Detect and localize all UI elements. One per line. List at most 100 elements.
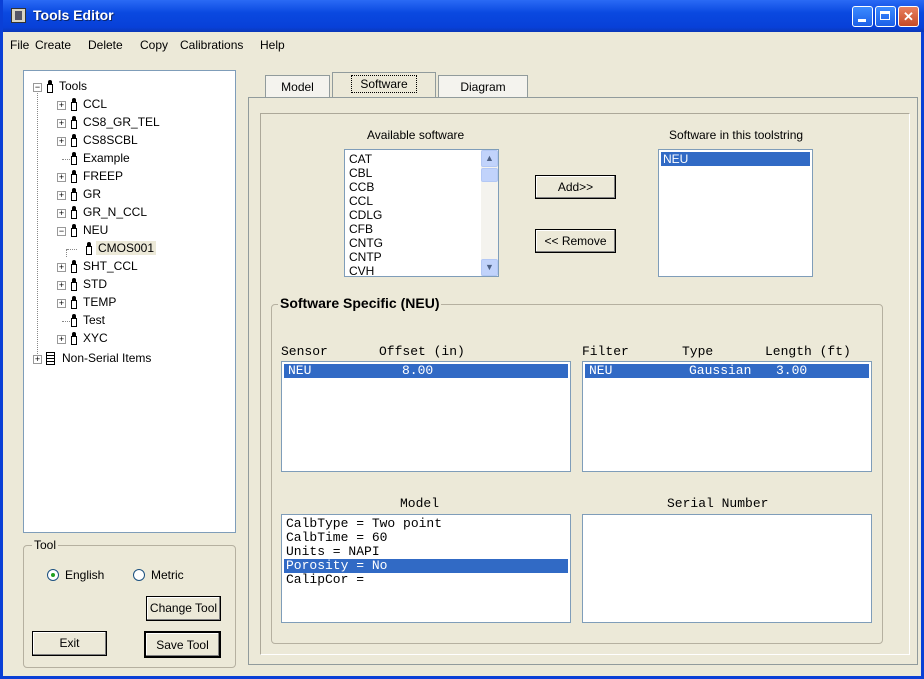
tree-label: XYC [83, 331, 108, 345]
sensor-header: Sensor [281, 344, 328, 359]
tool-icon [71, 224, 77, 237]
list-item[interactable]: CAT [347, 152, 496, 166]
tree-item-temp[interactable]: + TEMP [24, 295, 224, 312]
list-item[interactable]: CDLG [347, 208, 496, 222]
tree-label: Example [83, 151, 130, 165]
available-software-title: Available software [367, 128, 465, 142]
remove-button[interactable]: << Remove [535, 229, 616, 253]
tool-icon [71, 116, 77, 129]
scroll-thumb[interactable] [481, 168, 498, 182]
change-tool-button[interactable]: Change Tool [146, 596, 221, 621]
expand-icon[interactable]: + [57, 101, 66, 110]
maximize-button[interactable] [875, 6, 896, 27]
tree-item-gr[interactable]: + GR [24, 187, 224, 204]
close-button[interactable]: ✕ [898, 6, 919, 27]
tree-item-cs8-gr-tel[interactable]: + CS8_GR_TEL [24, 115, 224, 132]
tab-label: Diagram [460, 80, 506, 94]
metric-radio[interactable] [133, 569, 145, 581]
tree-label: STD [83, 277, 107, 291]
model-list[interactable]: CalbType = Two point CalbTime = 60 Units… [281, 514, 571, 623]
tree-connector [62, 159, 70, 160]
english-radio[interactable] [47, 569, 59, 581]
expand-icon[interactable]: + [57, 191, 66, 200]
tree-item-cs8scbl[interactable]: + CS8SCBL [24, 133, 224, 150]
tree-connector [62, 321, 70, 322]
tab-diagram[interactable]: Diagram [438, 75, 528, 99]
menu-file[interactable]: File [10, 38, 29, 52]
list-item[interactable]: NEU [661, 152, 810, 166]
tree-item-cmos001[interactable]: CMOS001 [24, 241, 224, 258]
tab-software[interactable]: Software [332, 72, 436, 99]
list-item[interactable]: CalbType = Two point [284, 517, 568, 531]
list-item[interactable]: CalbTime = 60 [284, 531, 568, 545]
tools-tree[interactable]: − Tools + CCL + CS8_GR_TEL + CS8SCBL Exa… [23, 70, 236, 533]
tree-item-gr-n-ccl[interactable]: + GR_N_CCL [24, 205, 224, 222]
tree-item-ccl[interactable]: + CCL [24, 97, 224, 114]
available-scrollbar[interactable]: ▲ ▼ [481, 150, 498, 276]
toolstring-list[interactable]: NEU [658, 149, 813, 277]
tool-group-title: Tool [32, 538, 59, 552]
expand-icon[interactable]: + [57, 137, 66, 146]
scroll-up-icon[interactable]: ▲ [481, 150, 498, 167]
tree-item-freep[interactable]: + FREEP [24, 169, 224, 186]
list-item[interactable]: Porosity = No [284, 559, 568, 573]
expand-icon[interactable]: + [57, 209, 66, 218]
sensor-list[interactable]: NEU 8.00 [281, 361, 571, 472]
window-title: Tools Editor [33, 7, 114, 23]
save-tool-button[interactable]: Save Tool [144, 631, 221, 658]
english-label: English [65, 568, 105, 582]
tree-item-xyc[interactable]: + XYC [24, 331, 224, 348]
collapse-icon[interactable]: − [57, 227, 66, 236]
collapse-icon[interactable]: − [33, 83, 42, 92]
expand-icon[interactable]: + [57, 299, 66, 308]
expand-icon[interactable]: + [33, 355, 42, 364]
expand-icon[interactable]: + [57, 173, 66, 182]
exit-button[interactable]: Exit [32, 631, 107, 656]
tree-item-tools[interactable]: − Tools [24, 79, 224, 96]
menu-help[interactable]: Help [260, 38, 285, 52]
tool-icon [71, 278, 77, 291]
tree-connector [67, 249, 77, 250]
toolstring-title: Software in this toolstring [669, 128, 804, 142]
available-software-list[interactable]: CAT CBL CCB CCL CDLG CFB CNTG CNTP CVH ▲… [344, 149, 499, 277]
list-item[interactable]: CNTG [347, 236, 496, 250]
tree-item-std[interactable]: + STD [24, 277, 224, 294]
expand-icon[interactable]: + [57, 263, 66, 272]
tree-item-test[interactable]: Test [24, 313, 224, 330]
minimize-button[interactable] [852, 6, 873, 27]
tab-model[interactable]: Model [265, 75, 330, 99]
tree-item-neu[interactable]: − NEU [24, 223, 224, 240]
tree-label: Non-Serial Items [62, 351, 152, 365]
list-item[interactable]: CNTP [347, 250, 496, 264]
tool-icon [71, 98, 77, 111]
table-row[interactable]: NEU Gaussian 3.00 [585, 364, 869, 378]
list-item[interactable]: CCL [347, 194, 496, 208]
tree-item-sht-ccl[interactable]: + SHT_CCL [24, 259, 224, 276]
filter-header: Filter [582, 344, 629, 359]
tree-item-non-serial[interactable]: + Non-Serial Items [24, 351, 224, 368]
list-item[interactable]: CBL [347, 166, 496, 180]
tree-item-example[interactable]: Example [24, 151, 224, 168]
tree-label: TEMP [83, 295, 117, 309]
filter-list[interactable]: NEU Gaussian 3.00 [582, 361, 872, 472]
expand-icon[interactable]: + [57, 119, 66, 128]
menu-calibrations[interactable]: Calibrations [180, 38, 243, 52]
scroll-down-icon[interactable]: ▼ [481, 259, 498, 276]
table-row[interactable]: NEU 8.00 [284, 364, 568, 378]
menu-copy[interactable]: Copy [140, 38, 168, 52]
expand-icon[interactable]: + [57, 335, 66, 344]
list-item[interactable]: CVH [347, 264, 496, 276]
serial-number-list[interactable] [582, 514, 872, 623]
tool-icon [71, 332, 77, 345]
type-header: Type [682, 344, 714, 359]
expand-icon[interactable]: + [57, 281, 66, 290]
tool-icon [71, 314, 77, 327]
filter-type: Gaussian [689, 363, 752, 378]
add-button[interactable]: Add>> [535, 175, 616, 199]
menu-create[interactable]: Create [35, 38, 71, 52]
list-item[interactable]: CFB [347, 222, 496, 236]
list-item[interactable]: Units = NAPI [284, 545, 568, 559]
list-item[interactable]: CCB [347, 180, 496, 194]
list-item[interactable]: CalipCor = [284, 573, 568, 587]
menu-delete[interactable]: Delete [88, 38, 123, 52]
